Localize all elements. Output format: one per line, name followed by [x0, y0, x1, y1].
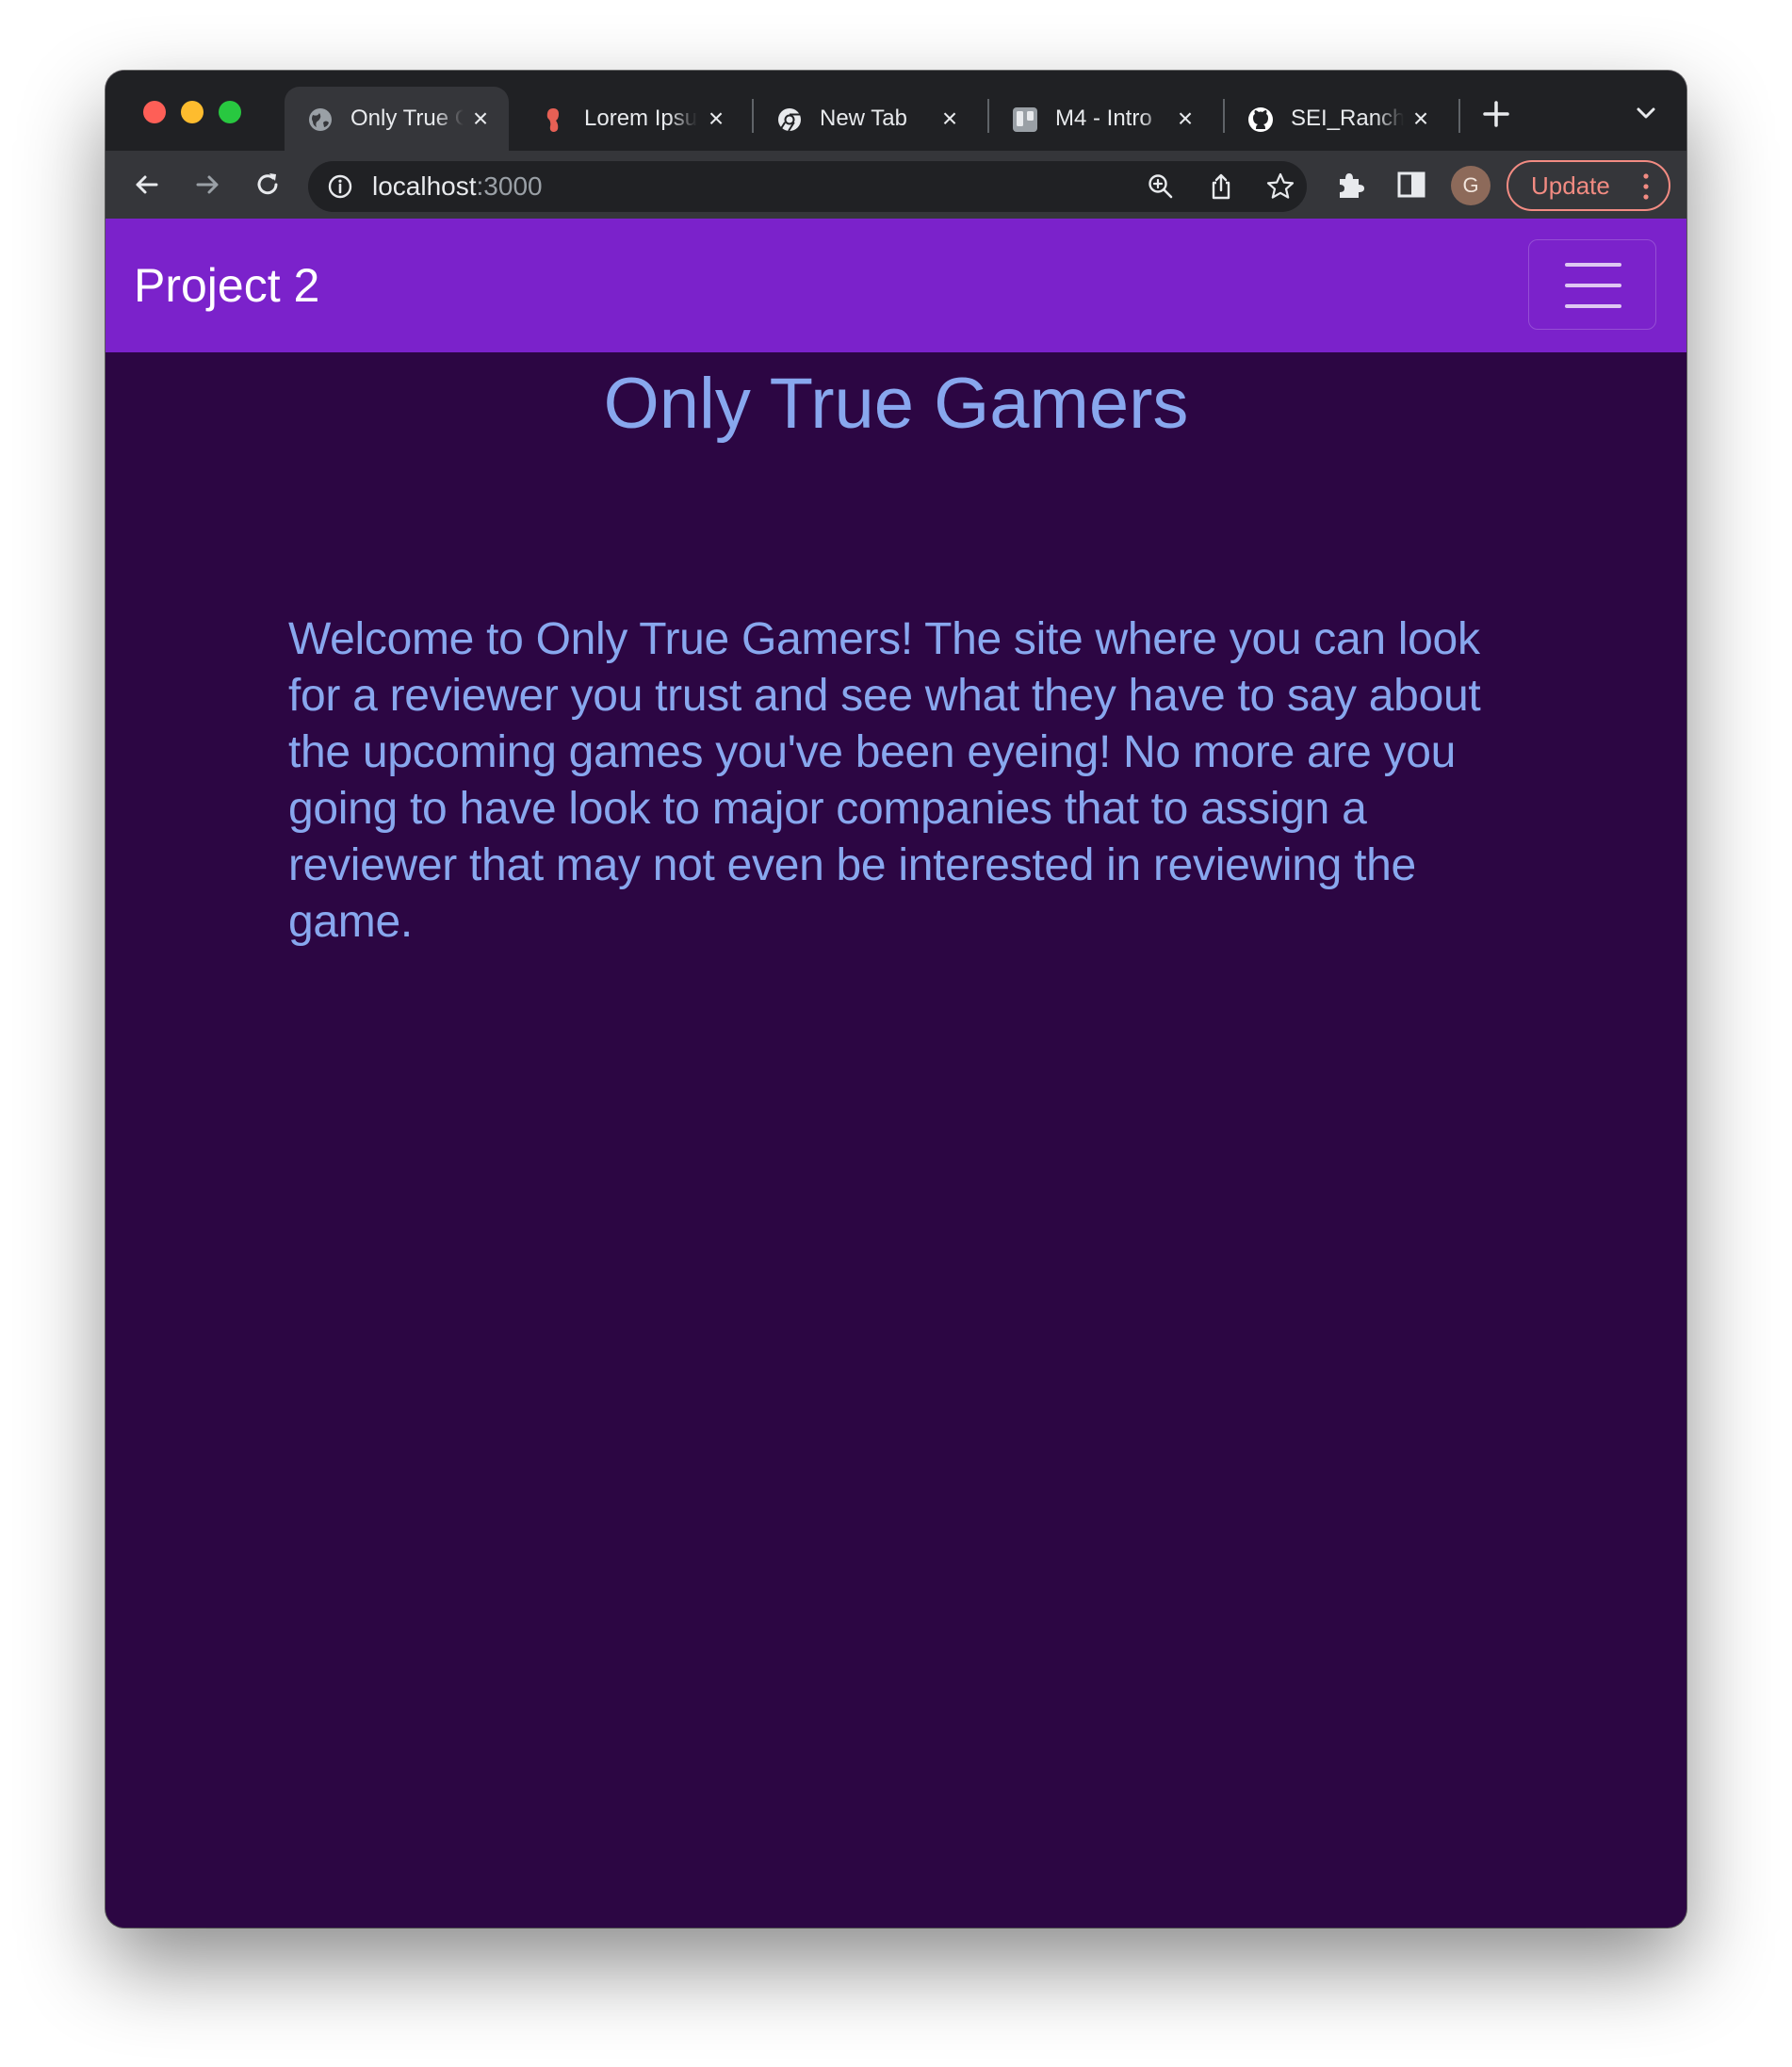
welcome-paragraph: Welcome to Only True Gamers! The site wh…: [288, 614, 1481, 947]
new-tab-plus-icon[interactable]: [1477, 95, 1515, 133]
url-text: localhost:3000: [372, 161, 543, 212]
more-vertical-icon[interactable]: [1640, 171, 1652, 202]
side-panel-icon[interactable]: [1394, 168, 1428, 202]
github-icon: [1248, 107, 1273, 132]
tab-m4-intro[interactable]: M4 - Intro ×: [989, 87, 1214, 151]
page-title: Only True Gamers: [603, 364, 1189, 444]
tab-new-tab[interactable]: New Tab ×: [754, 87, 978, 151]
extensions-puzzle-icon[interactable]: [1334, 168, 1368, 202]
navbar-brand[interactable]: Project 2: [134, 219, 319, 352]
tab-title: SEI_Ranch: [1291, 106, 1404, 131]
tab-separator: [1458, 99, 1460, 133]
profile-avatar[interactable]: G: [1451, 166, 1491, 205]
address-bar[interactable]: localhost:3000: [308, 161, 1307, 212]
close-window-button[interactable]: [143, 101, 166, 123]
close-tab-icon[interactable]: ×: [469, 106, 492, 132]
back-arrow-icon[interactable]: [130, 168, 164, 202]
hamburger-bar: [1565, 263, 1621, 267]
url-host: localhost: [372, 171, 477, 201]
tab-title: M4 - Intro: [1055, 106, 1152, 131]
tab-lorem-ipsum[interactable]: Lorem Ipsum ×: [518, 87, 742, 151]
share-icon[interactable]: [1207, 172, 1235, 201]
hamburger-bar: [1565, 284, 1621, 287]
update-button[interactable]: Update: [1507, 160, 1670, 211]
lorem-ipsum-icon: [546, 108, 559, 132]
trello-icon: [1013, 107, 1037, 132]
close-tab-icon[interactable]: ×: [1174, 106, 1197, 132]
browser-toolbar: localhost:3000 G Update: [106, 151, 1686, 219]
site-navbar: Project 2: [106, 219, 1686, 352]
zoom-icon[interactable]: [1147, 172, 1175, 201]
site-info-icon[interactable]: [327, 173, 353, 200]
tab-strip: Only True Gamers × Lorem Ipsum × New Tab…: [106, 71, 1686, 151]
tab-only-true-gamers[interactable]: Only True Gamers ×: [285, 87, 509, 151]
tab-sei-ranch[interactable]: SEI_Ranch ×: [1225, 87, 1449, 151]
bookmark-star-icon[interactable]: [1265, 171, 1295, 202]
tab-search-chevron-down-icon[interactable]: [1632, 99, 1660, 127]
url-port: :3000: [476, 171, 543, 201]
close-tab-icon[interactable]: ×: [938, 106, 961, 132]
chrome-icon: [778, 108, 801, 132]
close-tab-icon[interactable]: ×: [705, 106, 727, 132]
minimize-window-button[interactable]: [181, 101, 204, 123]
hamburger-bar: [1565, 304, 1621, 308]
navbar-toggler-button[interactable]: [1528, 239, 1656, 330]
close-tab-icon[interactable]: ×: [1409, 106, 1432, 132]
reload-icon[interactable]: [251, 168, 285, 202]
globe-icon: [309, 108, 332, 131]
maximize-window-button[interactable]: [219, 101, 241, 123]
browser-window: Only True Gamers × Lorem Ipsum × New Tab…: [106, 71, 1686, 1928]
forward-arrow-icon[interactable]: [190, 168, 224, 202]
update-label: Update: [1531, 171, 1610, 200]
tab-title: Only True Gamers: [350, 106, 464, 131]
tab-title: New Tab: [820, 106, 907, 131]
tab-title: Lorem Ipsum: [584, 106, 697, 131]
